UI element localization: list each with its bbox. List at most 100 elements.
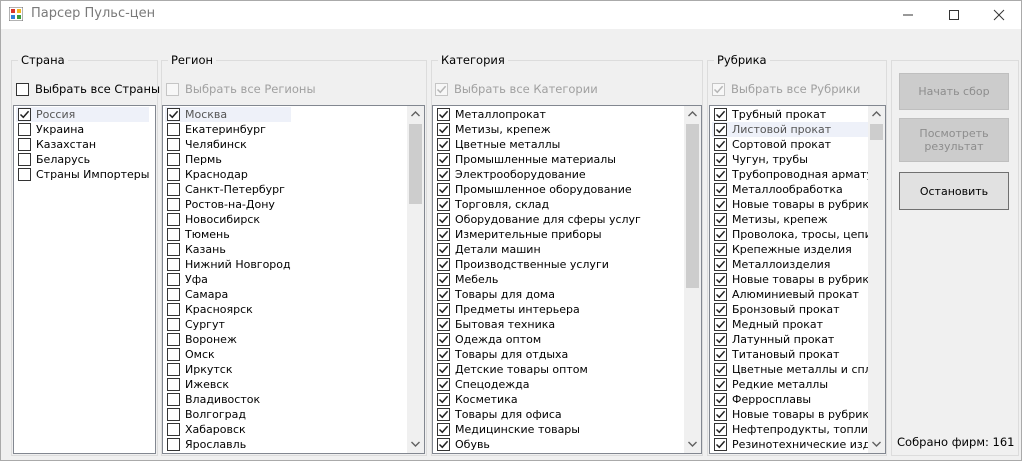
list-item[interactable]: Оборудование для сферы услуг	[435, 212, 641, 227]
region-scroll-down[interactable]	[407, 436, 424, 453]
category-scroll-thumb[interactable]	[686, 124, 699, 288]
list-item[interactable]: Нефтепродукты, топливо, Г	[712, 422, 885, 437]
list-item[interactable]: Екатеринбург	[165, 122, 291, 137]
region-scroll-up[interactable]	[407, 106, 424, 123]
list-item-checkbox[interactable]	[437, 243, 450, 256]
start-button[interactable]: Начать сбор	[899, 73, 1009, 110]
list-item-checkbox[interactable]	[167, 153, 180, 166]
view-results-button[interactable]: Посмотреть результат	[899, 118, 1009, 162]
list-item[interactable]: Товары для отдыха	[435, 347, 641, 362]
list-item[interactable]: Металлопрокат	[435, 107, 641, 122]
list-item-checkbox[interactable]	[437, 198, 450, 211]
list-item-checkbox[interactable]	[714, 378, 727, 391]
list-item[interactable]: Новосибирск	[165, 212, 291, 227]
list-item-checkbox[interactable]	[714, 273, 727, 286]
list-item-checkbox[interactable]	[437, 408, 450, 421]
list-item-checkbox[interactable]	[167, 393, 180, 406]
list-item-checkbox[interactable]	[437, 318, 450, 331]
list-item[interactable]: Спецодежда	[435, 377, 641, 392]
list-item[interactable]: Производственные услуги	[435, 257, 641, 272]
list-item[interactable]: Сургут	[165, 317, 291, 332]
list-item[interactable]: Казахстан	[16, 137, 149, 152]
list-item-checkbox[interactable]	[437, 393, 450, 406]
list-item-checkbox[interactable]	[714, 138, 727, 151]
list-item[interactable]: Омск	[165, 347, 291, 362]
select-all-rubrics-checkbox[interactable]	[712, 82, 725, 96]
list-item[interactable]: Беларусь	[16, 152, 149, 167]
list-item-checkbox[interactable]	[167, 288, 180, 301]
list-item-checkbox[interactable]	[714, 123, 727, 136]
list-item[interactable]: Латунный прокат	[712, 332, 885, 347]
list-item-checkbox[interactable]	[714, 393, 727, 406]
list-item[interactable]: Металлоизделия	[712, 257, 885, 272]
list-item[interactable]: Бытовая техника	[435, 317, 641, 332]
list-item[interactable]: Ростов-на-Дону	[165, 197, 291, 212]
list-item[interactable]: Нижний Новгород	[165, 257, 291, 272]
region-scroll-thumb[interactable]	[409, 124, 422, 204]
list-item[interactable]: Воронеж	[165, 332, 291, 347]
category-scrollbar[interactable]	[684, 106, 701, 453]
list-item-checkbox[interactable]	[167, 213, 180, 226]
list-item[interactable]: Ижевск	[165, 377, 291, 392]
list-item[interactable]: Ферросплавы	[712, 392, 885, 407]
select-all-regions-checkbox[interactable]	[166, 82, 179, 96]
select-all-rubrics[interactable]: Выбрать все Рубрики	[712, 81, 860, 97]
category-scroll-down[interactable]	[684, 436, 701, 453]
list-item-checkbox[interactable]	[714, 408, 727, 421]
list-item[interactable]: Тюмень	[165, 227, 291, 242]
list-item-checkbox[interactable]	[167, 108, 180, 121]
list-item-checkbox[interactable]	[437, 123, 450, 136]
list-item-checkbox[interactable]	[167, 438, 180, 451]
list-item[interactable]: Пермь	[165, 152, 291, 167]
list-item-checkbox[interactable]	[714, 348, 727, 361]
list-item[interactable]: Чугун, трубы	[712, 152, 885, 167]
list-item[interactable]: Бронзовый прокат	[712, 302, 885, 317]
list-item[interactable]: Товары для офиса	[435, 407, 641, 422]
list-item-checkbox[interactable]	[714, 363, 727, 376]
list-item-checkbox[interactable]	[437, 303, 450, 316]
list-item[interactable]: Проволока, тросы, цепи, се	[712, 227, 885, 242]
list-item-checkbox[interactable]	[437, 273, 450, 286]
list-item-checkbox[interactable]	[714, 243, 727, 256]
list-item-checkbox[interactable]	[437, 228, 450, 241]
list-item[interactable]: Листовой прокат	[712, 122, 885, 137]
list-item[interactable]: Красноярск	[165, 302, 291, 317]
list-item-checkbox[interactable]	[167, 138, 180, 151]
list-item[interactable]: Метизы, крепеж	[712, 212, 885, 227]
list-item-checkbox[interactable]	[437, 183, 450, 196]
list-item[interactable]: Медицинские товары	[435, 422, 641, 437]
list-item[interactable]: Детали машин	[435, 242, 641, 257]
rubric-scroll-thumb[interactable]	[870, 124, 883, 140]
list-item-checkbox[interactable]	[167, 228, 180, 241]
list-item[interactable]: Волгоград	[165, 407, 291, 422]
list-item-checkbox[interactable]	[714, 168, 727, 181]
list-item-checkbox[interactable]	[437, 108, 450, 121]
list-item-checkbox[interactable]	[437, 258, 450, 271]
list-item[interactable]: Иркутск	[165, 362, 291, 377]
region-list[interactable]: Москва Екатеринбург Челябинск Пермь Краснода…	[162, 105, 425, 454]
region-scrollbar[interactable]	[407, 106, 424, 453]
list-item-checkbox[interactable]	[714, 228, 727, 241]
list-item-checkbox[interactable]	[167, 423, 180, 436]
list-item[interactable]: Предметы интерьера	[435, 302, 641, 317]
list-item[interactable]: Измерительные приборы	[435, 227, 641, 242]
list-item[interactable]: Цветные металлы и сплавь	[712, 362, 885, 377]
list-item-checkbox[interactable]	[167, 273, 180, 286]
list-item[interactable]: Титановый прокат	[712, 347, 885, 362]
list-item-checkbox[interactable]	[714, 303, 727, 316]
rubric-list[interactable]: Трубный прокат Листовой прокат Сортовой пр…	[709, 105, 886, 454]
list-item[interactable]: Краснодар	[165, 167, 291, 182]
list-item[interactable]: Челябинск	[165, 137, 291, 152]
list-item[interactable]: Косметика	[435, 392, 641, 407]
country-list[interactable]: Россия Украина Казахстан Беларусь Страны Имп…	[13, 105, 156, 454]
list-item-checkbox[interactable]	[167, 123, 180, 136]
list-item[interactable]: Ярославль	[165, 437, 291, 452]
list-item-checkbox[interactable]	[167, 168, 180, 181]
list-item[interactable]: Металлообработка	[712, 182, 885, 197]
select-all-categories[interactable]: Выбрать все Категории	[435, 81, 598, 97]
list-item-checkbox[interactable]	[437, 363, 450, 376]
list-item-checkbox[interactable]	[167, 363, 180, 376]
list-item-checkbox[interactable]	[437, 348, 450, 361]
list-item-checkbox[interactable]	[167, 408, 180, 421]
maximize-button[interactable]	[931, 1, 977, 29]
